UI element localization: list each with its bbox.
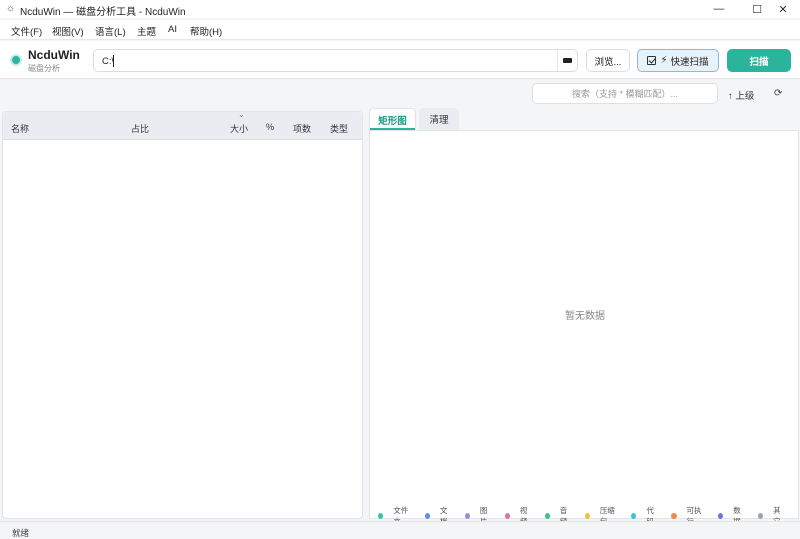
column-name[interactable]: 名称 <box>11 122 29 135</box>
menu-theme[interactable]: 主题 <box>137 24 156 38</box>
search-row: ↑ 上级 ⟳ <box>0 80 800 108</box>
menu-language[interactable]: 语言(L) <box>95 24 126 38</box>
menu-file[interactable]: 文件(F) <box>11 24 42 38</box>
legend-color-dot-icon <box>504 513 510 519</box>
text-caret <box>113 55 114 67</box>
window-title: NcduWin — 磁盘分析工具 - NcduWin <box>20 7 186 18</box>
scan-button[interactable]: 扫描 <box>727 49 791 72</box>
path-input[interactable]: C:\ <box>93 49 578 72</box>
close-button[interactable]: ✕ <box>766 0 800 18</box>
quick-scan-label: 快速扫描 <box>670 56 709 68</box>
search-input[interactable] <box>533 84 717 103</box>
menu-help[interactable]: 帮助(H) <box>190 24 222 38</box>
status-bar: 就绪 <box>0 521 800 539</box>
title-bar: ☼ NcduWin — 磁盘分析工具 - NcduWin — ☐ ✕ <box>0 0 800 18</box>
up-level-button[interactable]: ↑ 上级 <box>728 88 754 102</box>
file-table: ⌄ 名称 占比 大小 % 项数 类型 <box>2 110 363 519</box>
quick-scan-toggle[interactable]: ⚡ 快速扫描 <box>637 49 719 72</box>
column-size[interactable]: 大小 <box>230 122 248 135</box>
sort-chevron-icon: ⌄ <box>238 110 245 119</box>
column-ratio[interactable]: 占比 <box>131 122 149 135</box>
app-icon: ☼ <box>6 3 16 14</box>
tab-treemap[interactable]: 矩形图 <box>369 108 416 130</box>
drive-picker-button[interactable] <box>557 50 577 71</box>
checkbox-checked-icon[interactable] <box>647 56 657 65</box>
menu-view[interactable]: 视图(V) <box>52 24 84 38</box>
legend-color-dot-icon <box>718 513 724 519</box>
tab-bar: 矩形图 清理 <box>369 108 799 130</box>
legend-color-dot-icon <box>671 513 677 519</box>
legend-color-dot-icon <box>464 513 470 519</box>
table-header: ⌄ 名称 占比 大小 % 项数 类型 <box>3 110 362 140</box>
empty-state-text: 暂无数据 <box>565 311 605 322</box>
visualization-panel: 矩形图 清理 暂无数据 文件夹文档图片视频音频压缩包代码可执行数据其它 <box>369 108 799 526</box>
browse-button[interactable]: 浏览... <box>586 49 630 72</box>
legend-color-dot-icon <box>758 513 764 519</box>
legend-color-dot-icon <box>631 513 637 519</box>
toolbar: NcduWin 磁盘分析 C:\ 浏览... ⚡ 快速扫描 扫描 <box>0 41 800 79</box>
brand-subtitle: 磁盘分析 <box>28 64 60 73</box>
menu-ai[interactable]: AI <box>168 24 177 35</box>
treemap-area: 暂无数据 文件夹文档图片视频音频压缩包代码可执行数据其它 <box>369 130 799 526</box>
legend-color-dot-icon <box>424 513 430 519</box>
column-percent[interactable]: % <box>266 122 274 132</box>
legend-color-dot-icon <box>584 513 590 519</box>
tab-clean[interactable]: 清理 <box>419 108 459 130</box>
search-field[interactable] <box>532 83 718 104</box>
legend-color-dot-icon <box>378 513 384 519</box>
refresh-icon[interactable]: ⟳ <box>774 88 782 99</box>
drive-icon <box>563 58 572 63</box>
brand-logo-icon <box>12 56 20 64</box>
minimize-button[interactable]: — <box>702 0 736 18</box>
legend-color-dot-icon <box>544 513 550 519</box>
lightning-icon: ⚡ <box>660 55 668 66</box>
column-items[interactable]: 项数 <box>293 122 311 135</box>
status-text: 就绪 <box>12 528 30 538</box>
column-type[interactable]: 类型 <box>330 122 348 135</box>
brand-name: NcduWin <box>28 48 80 62</box>
menu-bar: 文件(F) 视图(V) 语言(L) 主题 AI 帮助(H) <box>0 20 800 40</box>
